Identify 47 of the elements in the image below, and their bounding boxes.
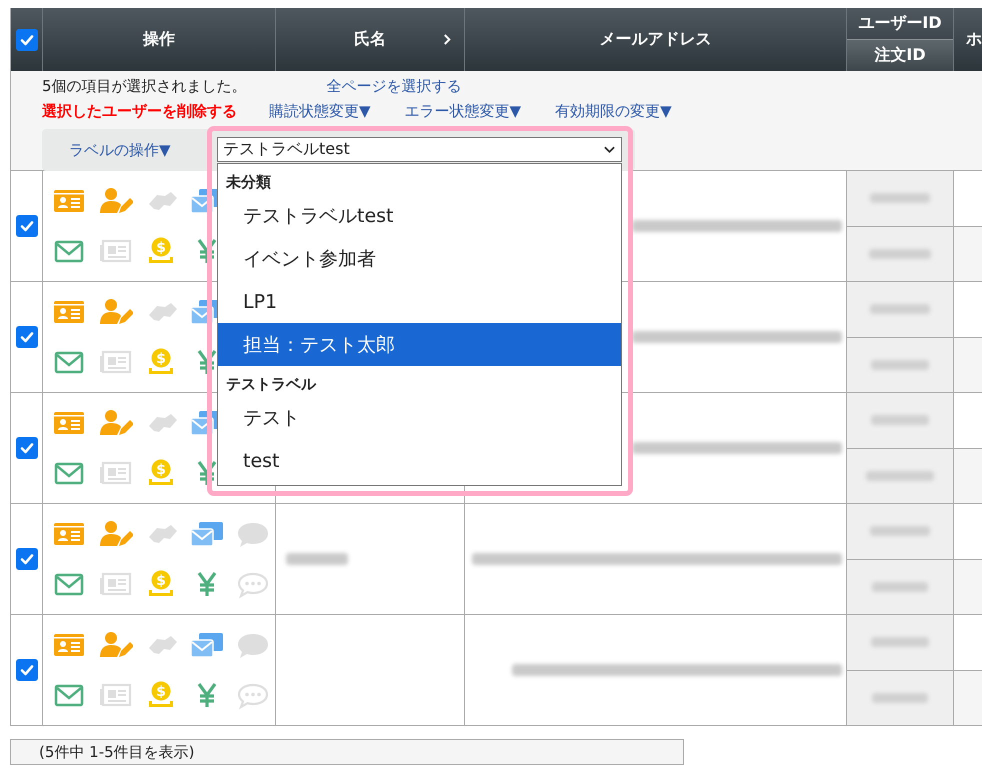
row-checkbox[interactable] bbox=[16, 215, 38, 237]
delete-users-link[interactable]: 選択したユーザーを削除する bbox=[42, 102, 237, 121]
user-edit-icon[interactable] bbox=[97, 297, 133, 327]
chevron-right-icon[interactable] bbox=[443, 33, 452, 46]
blurred-text bbox=[872, 692, 928, 703]
label-actions-button[interactable]: ラベルの操作▼ bbox=[42, 140, 171, 160]
dropdown-option[interactable]: テスト bbox=[218, 396, 621, 439]
row-checkbox[interactable] bbox=[16, 326, 38, 348]
dropdown-option[interactable]: テストラベルtest bbox=[218, 194, 621, 237]
column-header: ユーザーID bbox=[857, 12, 943, 34]
chevron-down-icon[interactable] bbox=[604, 146, 615, 154]
user-edit-icon[interactable] bbox=[97, 519, 133, 549]
select-all-checkbox[interactable] bbox=[16, 28, 38, 50]
blurred-text bbox=[870, 304, 930, 314]
option-group-label: テストラベル bbox=[225, 374, 318, 395]
dropdown-menu-link[interactable]: 購読状態変更▼ bbox=[269, 102, 371, 121]
user-edit-icon[interactable] bbox=[97, 630, 133, 660]
label-select[interactable]: テストラベルtest bbox=[217, 137, 622, 162]
dropdown-menu-link[interactable]: エラー状態変更▼ bbox=[404, 102, 522, 121]
dropdown-option[interactable]: LP1 bbox=[218, 280, 621, 323]
row-checkbox[interactable] bbox=[16, 437, 38, 459]
dropdown-option[interactable]: 担当：テスト太郎 bbox=[218, 323, 621, 366]
column-header: 操作 bbox=[143, 29, 175, 50]
dropdown-menu-link[interactable]: 有効期限の変更▼ bbox=[555, 102, 672, 121]
column-header: ホ bbox=[966, 29, 982, 50]
column-header: 注文ID bbox=[847, 39, 953, 71]
selection-message: 5個の項目が選択されました。 bbox=[42, 77, 247, 96]
row-checkbox[interactable] bbox=[16, 659, 38, 681]
blurred-text bbox=[286, 553, 348, 565]
column-header[interactable]: 氏名 bbox=[354, 29, 386, 50]
option-group-label: 未分類 bbox=[224, 172, 272, 193]
select-all-pages-link[interactable]: 全ページを選択する bbox=[326, 77, 462, 96]
blurred-text bbox=[870, 193, 930, 204]
blurred-text bbox=[866, 470, 934, 481]
dropdown-option[interactable]: イベント参加者 bbox=[218, 237, 621, 280]
blurred-text bbox=[871, 637, 929, 648]
dropdown-option[interactable]: test bbox=[218, 439, 621, 482]
column-header: メールアドレス bbox=[600, 29, 712, 50]
user-edit-icon[interactable] bbox=[97, 186, 133, 216]
pagination-summary: (5件中 1-5件目を表示) bbox=[10, 739, 684, 765]
blurred-text bbox=[871, 415, 929, 426]
user-edit-icon[interactable] bbox=[97, 408, 133, 438]
blurred-text bbox=[869, 248, 931, 259]
blurred-text bbox=[870, 526, 930, 536]
blurred-text bbox=[871, 360, 929, 370]
blurred-text bbox=[872, 582, 928, 592]
row-checkbox[interactable] bbox=[16, 548, 38, 570]
